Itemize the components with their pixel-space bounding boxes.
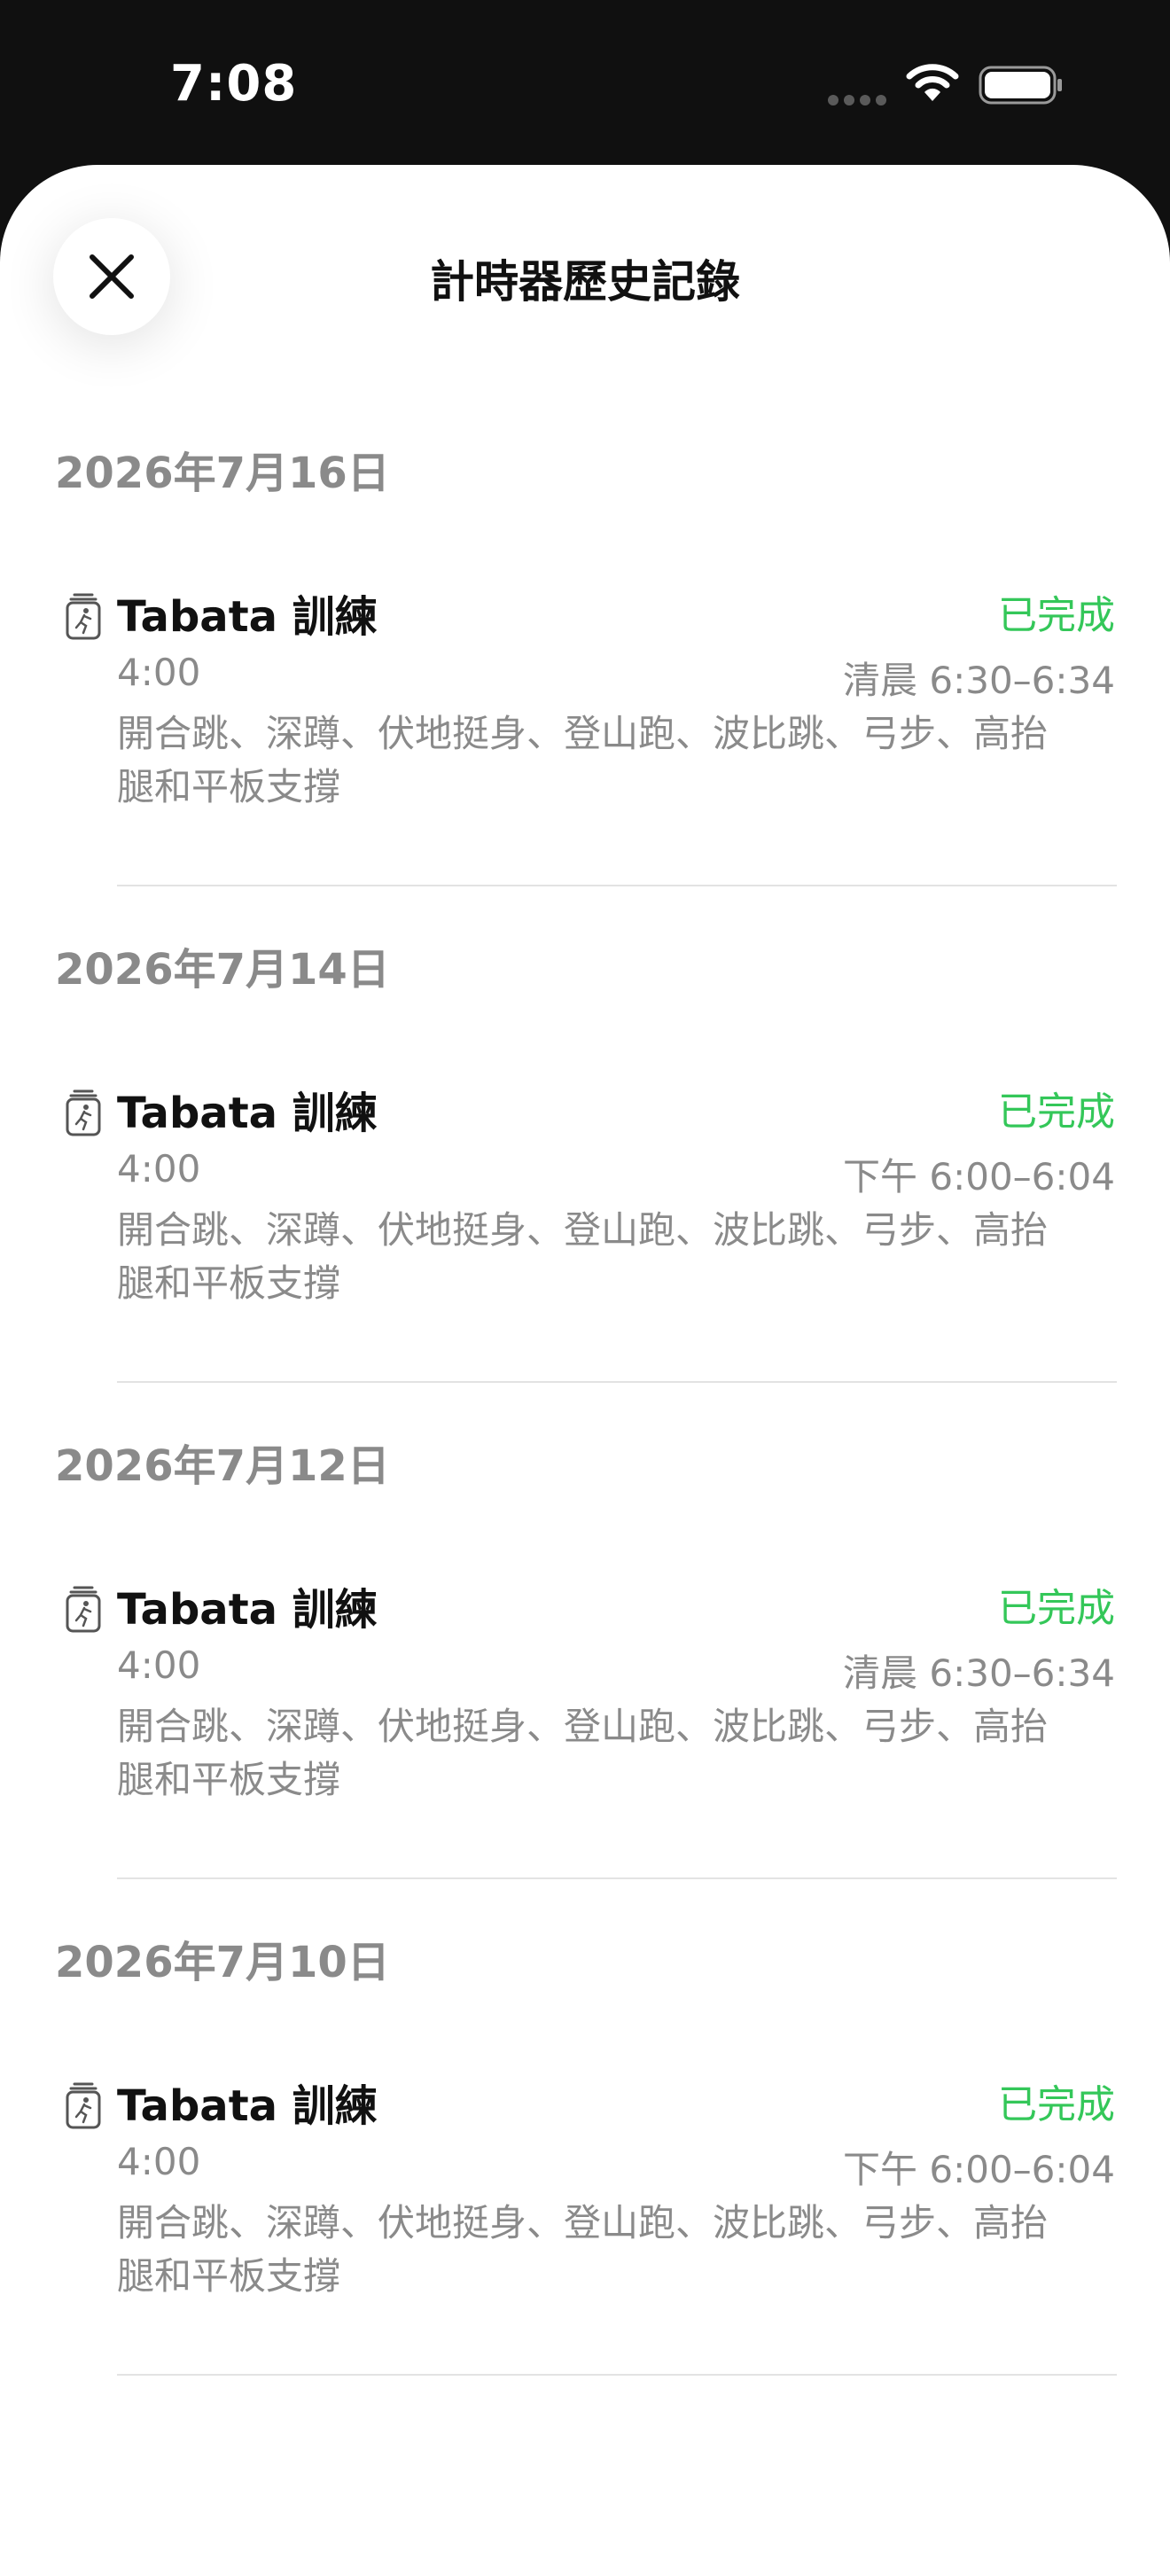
session-row[interactable]: Tabata 訓練 已完成 4:00 下午 6:00–6:04 開合跳、深蹲、伏… (0, 2071, 1170, 2376)
cellular-signal-icon (828, 92, 892, 109)
date-header: 2026年7月16日 (55, 449, 390, 498)
status-time: 7:08 (170, 55, 298, 113)
session-duration: 4:00 (117, 1147, 201, 1190)
session-title: Tabata 訓練 (117, 2081, 378, 2131)
date-header: 2026年7月12日 (55, 1441, 390, 1491)
status-badge: 已完成 (998, 1089, 1115, 1135)
battery-icon (979, 66, 1062, 105)
date-header: 2026年7月14日 (55, 945, 390, 995)
history-list: 2026年7月16日 Tabata 訓練 已完成 4:00 清晨 6:30–6:… (0, 431, 1170, 2416)
status-badge: 已完成 (998, 593, 1115, 638)
workout-timer-icon (66, 593, 101, 640)
session-time-range: 清晨 6:30–6:34 (843, 659, 1115, 702)
session-row[interactable]: Tabata 訓練 已完成 4:00 清晨 6:30–6:34 開合跳、深蹲、伏… (0, 582, 1170, 886)
session-duration: 4:00 (117, 1643, 201, 1687)
row-divider (117, 885, 1117, 886)
row-divider (117, 2374, 1117, 2376)
session-exercises: 開合跳、深蹲、伏地挺身、登山跑、波比跳、弓步、高抬腿和平板支撐 (117, 2201, 1049, 2298)
day-section: 2026年7月16日 Tabata 訓練 已完成 4:00 清晨 6:30–6:… (0, 431, 1170, 927)
day-section: 2026年7月10日 Tabata 訓練 已完成 4:00 下午 6:00–6:… (0, 1920, 1170, 2416)
session-title: Tabata 訓練 (117, 592, 378, 642)
session-time-range: 清晨 6:30–6:34 (843, 1651, 1115, 1695)
session-row[interactable]: Tabata 訓練 已完成 4:00 清晨 6:30–6:34 開合跳、深蹲、伏… (0, 1574, 1170, 1879)
session-row[interactable]: Tabata 訓練 已完成 4:00 下午 6:00–6:04 開合跳、深蹲、伏… (0, 1078, 1170, 1383)
timer-history-sheet: 計時器歷史記錄 2026年7月16日 Tabata 訓練 已完成 4:00 清晨… (0, 165, 1170, 2576)
status-bar: 7:08 (0, 0, 1170, 168)
row-divider (117, 1381, 1117, 1383)
session-time-range: 下午 6:00–6:04 (843, 1155, 1115, 1198)
day-section: 2026年7月12日 Tabata 訓練 已完成 4:00 清晨 6:30–6:… (0, 1424, 1170, 1920)
page-title: 計時器歷史記錄 (430, 256, 740, 308)
row-divider (117, 1877, 1117, 1879)
session-duration: 4:00 (117, 2140, 201, 2183)
session-exercises: 開合跳、深蹲、伏地挺身、登山跑、波比跳、弓步、高抬腿和平板支撐 (117, 1208, 1049, 1305)
session-exercises: 開合跳、深蹲、伏地挺身、登山跑、波比跳、弓步、高抬腿和平板支撐 (117, 712, 1049, 808)
session-title: Tabata 訓練 (117, 1585, 378, 1635)
session-title: Tabata 訓練 (117, 1089, 378, 1138)
status-badge: 已完成 (998, 1586, 1115, 1631)
day-section: 2026年7月14日 Tabata 訓練 已完成 4:00 下午 6:00–6:… (0, 927, 1170, 1424)
workout-timer-icon (66, 2082, 101, 2129)
workout-timer-icon (66, 1586, 101, 1633)
status-badge: 已完成 (998, 2082, 1115, 2127)
session-time-range: 下午 6:00–6:04 (843, 2148, 1115, 2191)
session-exercises: 開合跳、深蹲、伏地挺身、登山跑、波比跳、弓步、高抬腿和平板支撐 (117, 1705, 1049, 1801)
workout-timer-icon (66, 1089, 101, 1136)
wifi-icon (906, 64, 959, 101)
date-header: 2026年7月10日 (55, 1938, 390, 1987)
session-duration: 4:00 (117, 651, 201, 694)
